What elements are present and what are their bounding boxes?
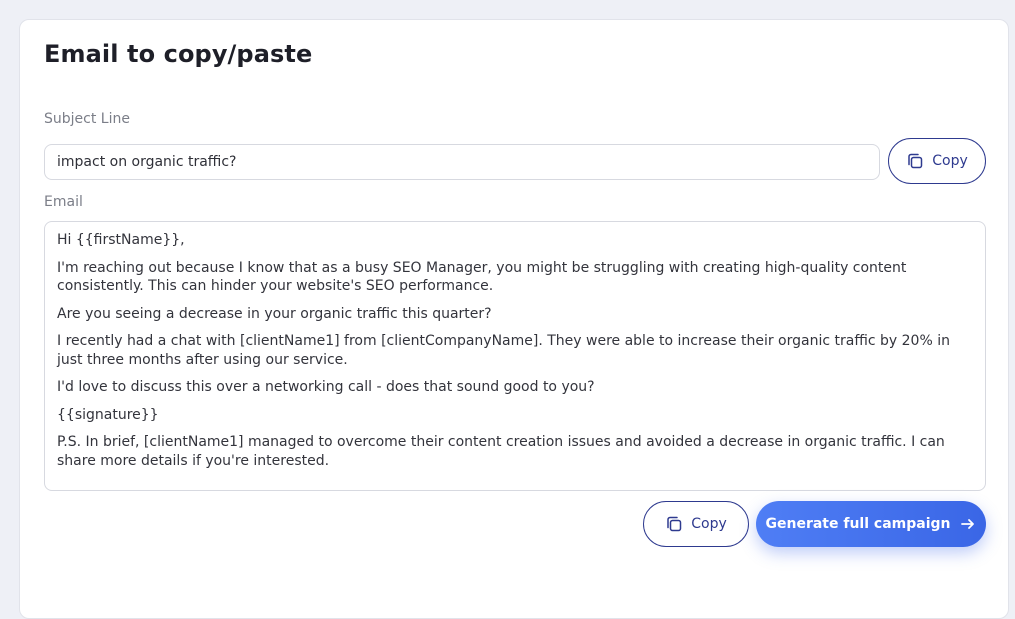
email-signature: {{signature}} [57,406,159,423]
email-body-textarea[interactable]: Hi {{firstName}}, I'm reaching out becau… [44,221,986,491]
email-paragraph: Are you seeing a decrease in your organi… [57,305,492,322]
panel-title: Email to copy/paste [44,40,313,68]
email-paragraph: I recently had a chat with [clientName1]… [57,333,950,368]
copy-icon [665,515,683,533]
email-panel: Email to copy/paste Subject Line Copy Em… [19,19,1009,619]
generate-full-campaign-label: Generate full campaign [765,516,951,532]
copy-email-button[interactable]: Copy [643,501,749,547]
email-greeting: Hi {{firstName}}, [57,232,185,248]
copy-icon [906,152,924,170]
copy-email-label: Copy [691,516,727,532]
email-paragraph: I'd love to discuss this over a networki… [57,379,595,395]
subject-line-input[interactable] [44,144,880,180]
email-paragraph: I'm reaching out because I know that as … [57,259,907,295]
generate-full-campaign-button[interactable]: Generate full campaign [756,501,986,547]
email-postscript: P.S. In brief, [clientName1] managed to … [57,434,945,469]
copy-subject-button[interactable]: Copy [888,138,986,184]
email-label: Email [44,194,83,210]
subject-line-label: Subject Line [44,111,130,127]
copy-subject-label: Copy [932,153,968,169]
arrow-right-icon [960,516,976,532]
